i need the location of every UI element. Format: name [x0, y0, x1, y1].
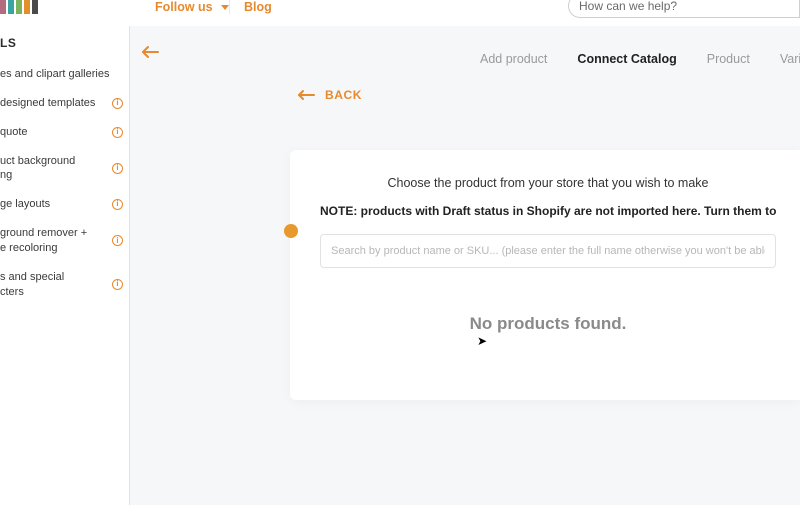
sidebar-item[interactable]: es and clipart galleries: [0, 60, 129, 89]
blog-link[interactable]: Blog: [244, 0, 272, 14]
sidebar-item[interactable]: s and special cters i: [0, 263, 129, 307]
follow-us-label: Follow us: [155, 0, 213, 14]
info-icon[interactable]: i: [112, 98, 123, 109]
tab-product[interactable]: Product: [707, 52, 750, 66]
arrow-left-icon: [297, 89, 315, 101]
panel-lead-text: Choose the product from your store that …: [320, 176, 776, 190]
sidebar-item[interactable]: designed templates i: [0, 89, 129, 118]
tab-variation[interactable]: Variatio: [780, 52, 800, 66]
follow-us-link[interactable]: Follow us: [155, 0, 229, 14]
info-icon[interactable]: i: [112, 199, 123, 210]
vertical-separator: [229, 0, 230, 14]
tab-add-product[interactable]: Add product: [480, 52, 547, 66]
sidebar-item-label: designed templates: [0, 96, 106, 111]
sidebar-item[interactable]: quotei: [0, 118, 129, 147]
sidebar-item[interactable]: uct background ng i: [0, 147, 129, 191]
info-icon[interactable]: i: [112, 235, 123, 246]
sidebar-item-label: s and special cters: [0, 270, 106, 300]
top-bar: Follow us Blog: [0, 0, 800, 26]
empty-state-message: No products found.: [320, 314, 776, 334]
collapse-sidebar-button[interactable]: [138, 40, 162, 64]
info-icon[interactable]: i: [112, 127, 123, 138]
sidebar-item-label: es and clipart galleries: [0, 67, 123, 82]
app-logo: [0, 0, 38, 14]
sidebar-item[interactable]: ge layouts i: [0, 190, 129, 219]
back-button[interactable]: BACK: [297, 88, 362, 102]
sidebar: LS es and clipart galleries designed temp…: [0, 26, 130, 505]
sidebar-item-label: ground remover + e recoloring: [0, 226, 106, 256]
back-label: BACK: [325, 88, 362, 102]
panel-note-text: NOTE: products with Draft status in Shop…: [320, 204, 776, 218]
chevron-down-icon: [221, 5, 229, 10]
info-icon[interactable]: i: [112, 163, 123, 174]
arrow-left-icon: [141, 45, 159, 59]
sidebar-item-label: ge layouts: [0, 197, 106, 212]
sidebar-item-label: quote: [0, 125, 106, 140]
product-search-input[interactable]: [320, 234, 776, 268]
connect-catalog-panel: Choose the product from your store that …: [290, 150, 800, 400]
info-icon[interactable]: i: [112, 279, 123, 290]
step-tabs: Add product Connect Catalog Product Variati…: [480, 52, 800, 66]
blog-label: Blog: [244, 0, 272, 14]
sidebar-item[interactable]: ground remover + e recoloring i: [0, 219, 129, 263]
status-dot-icon: [284, 224, 298, 238]
help-search-input[interactable]: [579, 0, 789, 13]
sidebar-item-label: uct background ng: [0, 154, 106, 184]
tab-connect-catalog[interactable]: Connect Catalog: [577, 52, 676, 66]
sidebar-section-title: LS: [0, 32, 129, 60]
help-search-container: [568, 0, 800, 18]
